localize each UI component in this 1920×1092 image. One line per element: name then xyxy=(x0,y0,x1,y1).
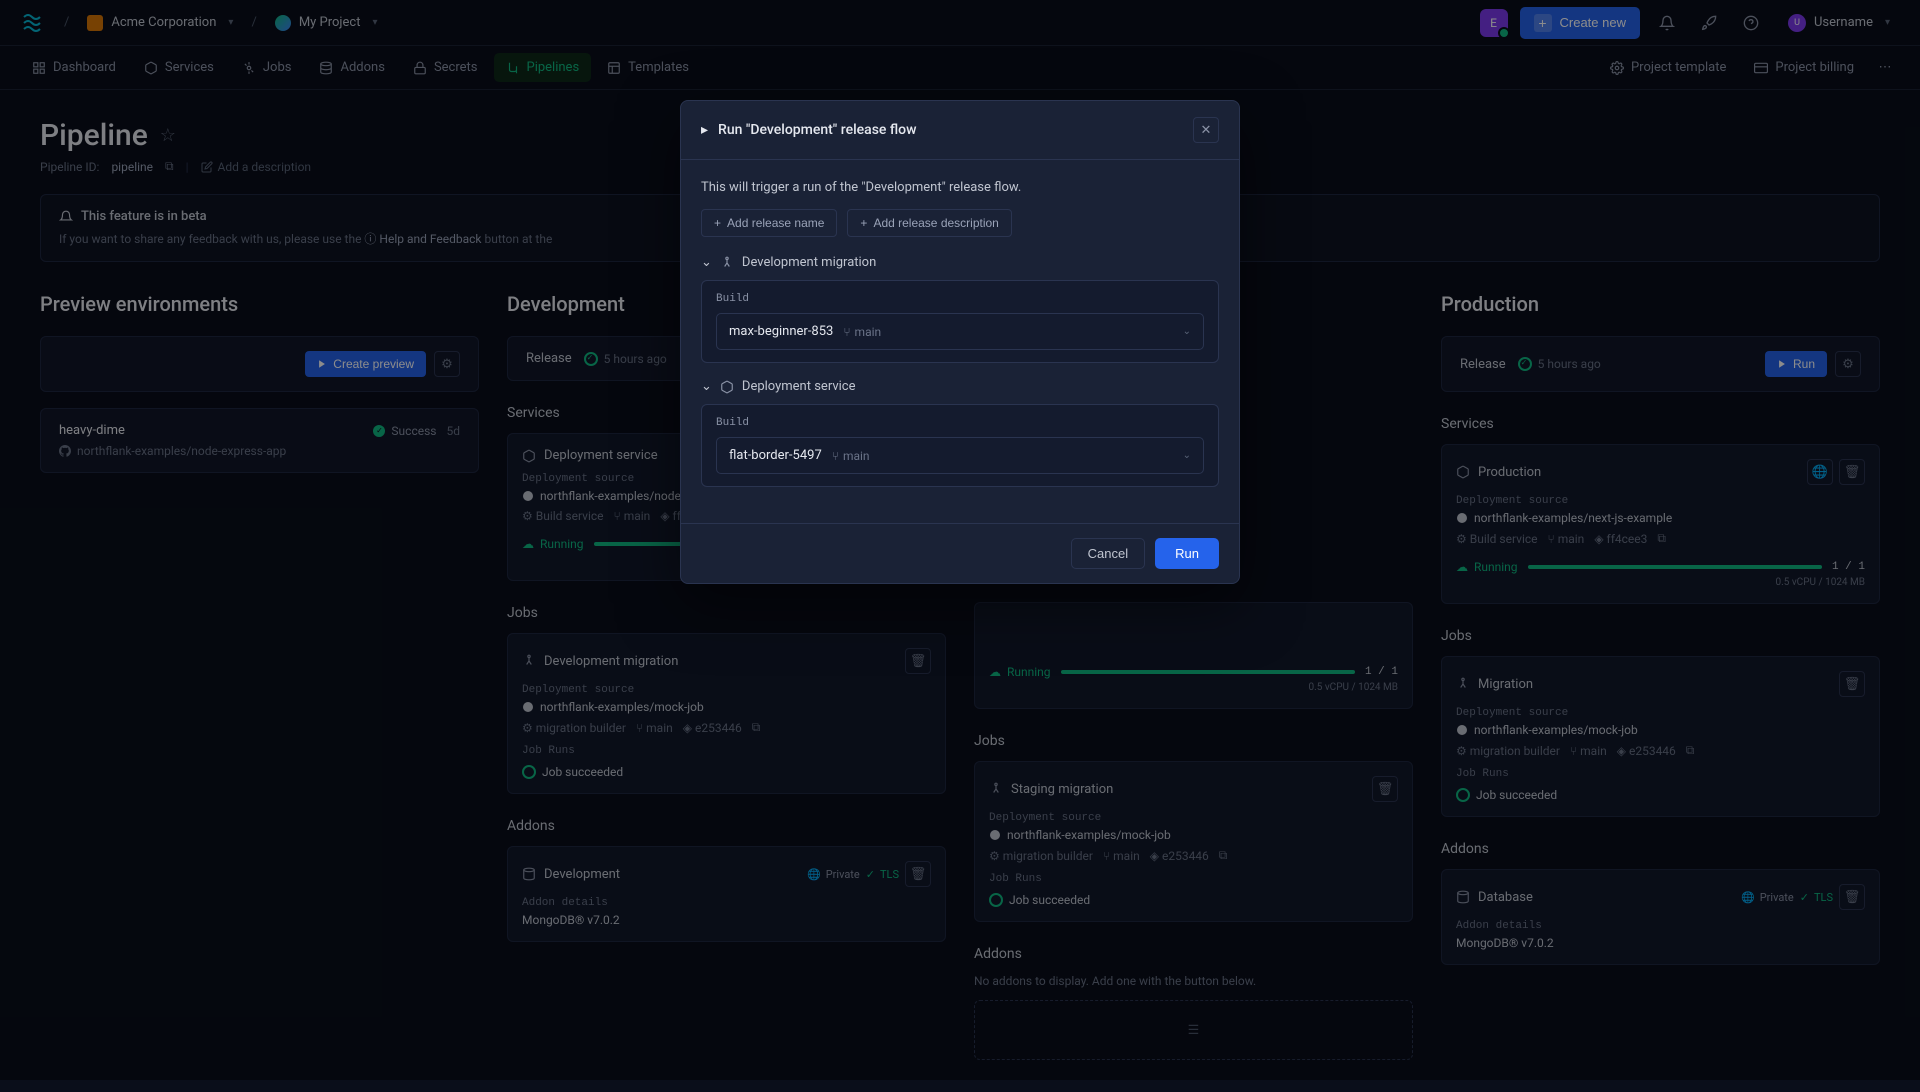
close-icon[interactable]: ✕ xyxy=(1193,117,1219,143)
plus-icon: + xyxy=(714,216,721,230)
add-release-desc-button[interactable]: +Add release description xyxy=(847,209,1011,237)
box-icon xyxy=(720,380,734,394)
caret-right-icon: ▸ xyxy=(701,122,708,138)
section-toggle-migration[interactable]: ⌄ Development migration xyxy=(701,255,1219,270)
section-toggle-deploy[interactable]: ⌄ Deployment service xyxy=(701,379,1219,394)
run-release-modal: ▸ Run "Development" release flow ✕ This … xyxy=(680,100,1240,584)
branch-icon: ⑂ xyxy=(843,325,850,339)
runner-icon xyxy=(720,256,734,270)
plus-icon: + xyxy=(860,216,867,230)
run-button[interactable]: Run xyxy=(1155,538,1219,569)
modal-description: This will trigger a run of the "Developm… xyxy=(701,180,1219,195)
chevron-down-icon: ⌄ xyxy=(701,379,712,394)
add-release-name-button[interactable]: +Add release name xyxy=(701,209,837,237)
chevron-down-icon: ⌄ xyxy=(1183,450,1191,461)
build-box-2: Build flat-border-5497 ⑂main ⌄ xyxy=(701,404,1219,487)
build-select-2[interactable]: flat-border-5497 ⑂main ⌄ xyxy=(716,437,1204,474)
chevron-down-icon: ⌄ xyxy=(701,255,712,270)
branch-icon: ⑂ xyxy=(832,449,839,463)
cancel-button[interactable]: Cancel xyxy=(1071,538,1145,569)
build-box-1: Build max-beginner-853 ⑂main ⌄ xyxy=(701,280,1219,363)
chevron-down-icon: ⌄ xyxy=(1183,326,1191,337)
build-select-1[interactable]: max-beginner-853 ⑂main ⌄ xyxy=(716,313,1204,350)
